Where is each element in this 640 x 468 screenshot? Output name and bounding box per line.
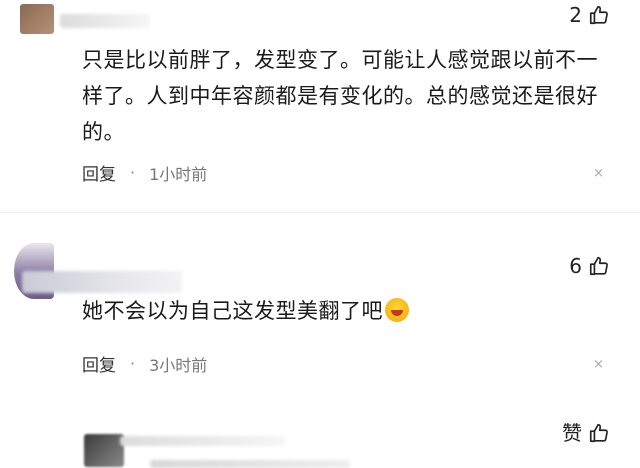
reply-button[interactable]: 回复	[82, 160, 116, 185]
like-count: 2	[569, 3, 582, 27]
thumbs-up-icon	[589, 5, 608, 25]
comment-text: 她不会以为自己这发型美翻了吧	[82, 299, 383, 323]
comment-1: 2 只是比以前胖了，发型变了。可能让人感觉跟以前不一样了。人到中年容颜都是有变化…	[0, 0, 640, 210]
avatar[interactable]	[20, 4, 54, 34]
comment-2: 6 她不会以为自己这发型美翻了吧 回复 · 3小时前 ×	[0, 235, 640, 395]
username-blurred	[120, 436, 285, 446]
username-blurred	[60, 14, 150, 28]
comment-text-row: 她不会以为自己这发型美翻了吧	[82, 293, 409, 329]
like-button[interactable]: 6	[569, 255, 610, 277]
comment-meta: 回复 · 3小时前	[82, 351, 207, 376]
thumbs-up-icon	[589, 423, 608, 443]
like-button[interactable]: 赞	[562, 422, 610, 444]
timestamp: 3小时前	[149, 355, 208, 375]
comment-meta: 回复 · 1小时前	[82, 160, 207, 185]
comment-text: 只是比以前胖了，发型变了。可能让人感觉跟以前不一样了。人到中年容颜都是有变化的。…	[82, 48, 598, 144]
like-label: 赞	[562, 421, 582, 445]
divider	[0, 212, 640, 213]
like-count: 6	[569, 254, 582, 278]
reply-button[interactable]: 回复	[82, 351, 116, 376]
avatar[interactable]	[84, 434, 124, 467]
close-icon[interactable]: ×	[593, 166, 604, 181]
comment-3: 赞	[0, 410, 640, 468]
laughing-crying-emoji-icon	[385, 298, 409, 322]
like-button[interactable]: 2	[569, 4, 610, 26]
thumbs-up-icon	[589, 256, 608, 276]
timestamp: 1小时前	[149, 164, 208, 184]
separator: ·	[130, 354, 136, 373]
separator: ·	[130, 163, 136, 182]
username-blurred	[22, 271, 182, 293]
close-icon[interactable]: ×	[593, 357, 604, 372]
